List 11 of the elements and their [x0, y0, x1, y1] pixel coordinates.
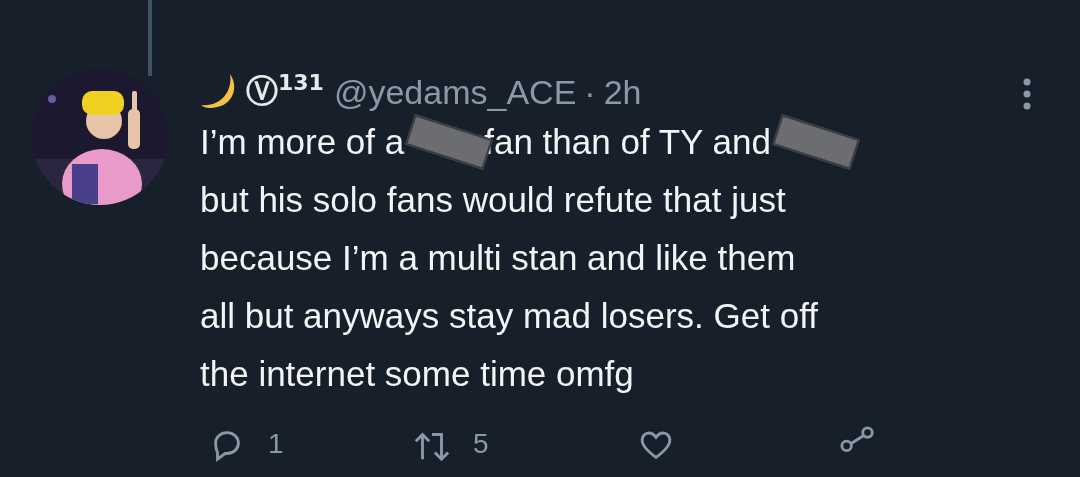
- tweet-text: all but anyways stay mad losers. Get off: [200, 296, 818, 336]
- tweet-text: but his solo fans would refute that just: [200, 180, 786, 220]
- tweet-time[interactable]: 2h: [603, 72, 642, 112]
- user-handle[interactable]: @yedams_ACE: [333, 72, 577, 112]
- display-name: Ⓥ$^{131}$: [246, 70, 324, 112]
- separator-dot: ·: [584, 72, 596, 112]
- action-count: 1: [268, 428, 284, 460]
- tweet-text: because I’m a multi stan and like them: [200, 238, 796, 278]
- tweet-text: I’m more of a: [200, 122, 405, 162]
- action-count: 5: [473, 428, 489, 460]
- tweet-text: the internet some time omfg: [200, 354, 634, 394]
